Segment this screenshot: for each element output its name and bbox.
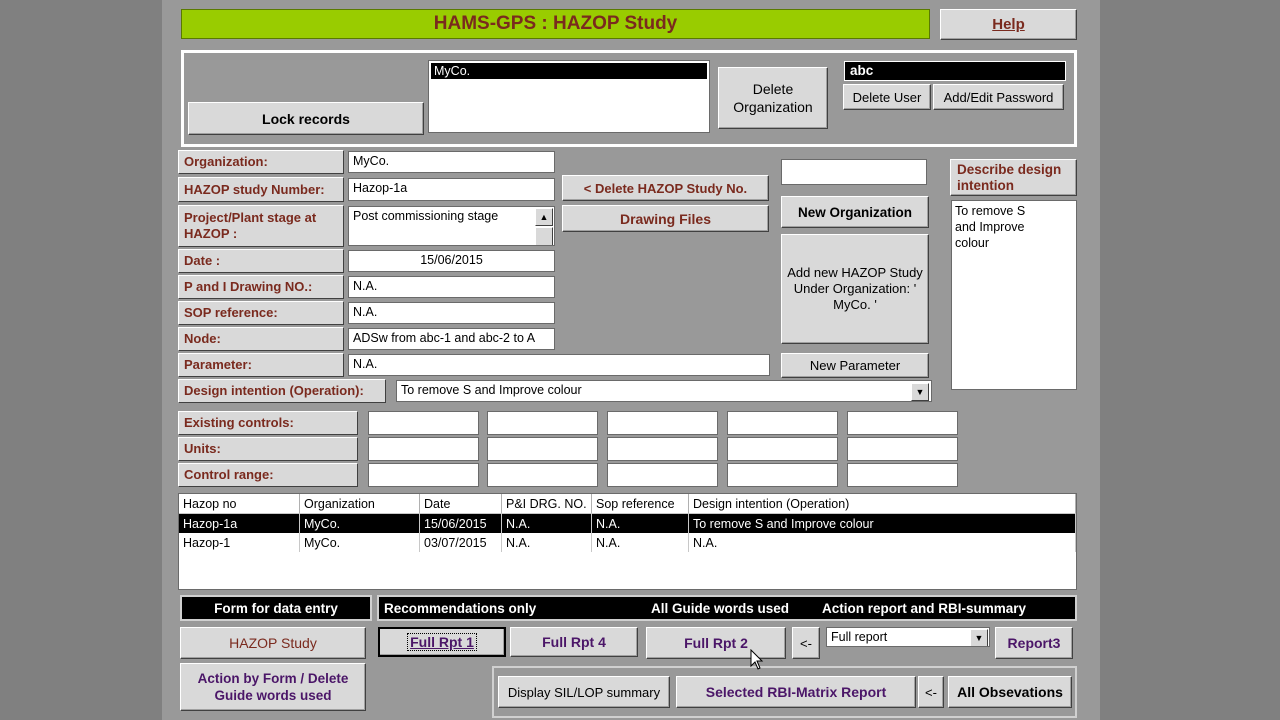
column-header[interactable]: Sop reference [591, 494, 689, 514]
date-field[interactable]: 15/06/2015 [348, 250, 555, 272]
table-cell: To remove S and Improve colour [688, 513, 1076, 533]
units-label: Units: [178, 437, 358, 461]
units-5[interactable] [847, 437, 958, 461]
column-header[interactable]: Organization [299, 494, 420, 514]
stage-select[interactable]: Post commissioning stage ▲ [348, 206, 555, 246]
scrollbar-thumb[interactable] [535, 227, 553, 245]
display-sil-button[interactable]: Display SIL/LOP summary [498, 676, 670, 708]
pid-field[interactable]: N.A. [348, 276, 555, 298]
units-2[interactable] [487, 437, 598, 461]
organization-listbox[interactable]: MyCo. [428, 60, 710, 133]
describe-intention-button[interactable]: Describe design intention [950, 159, 1077, 196]
table-cell: N.A. [591, 513, 689, 533]
control-range-label: Control range: [178, 463, 358, 487]
existing-controls-1[interactable] [368, 411, 479, 435]
control-range-5[interactable] [847, 463, 958, 487]
arrow-left-button-2[interactable]: <- [918, 676, 944, 708]
organization-list-item[interactable]: MyCo. [431, 63, 707, 79]
study-number-label: HAZOP study Number: [178, 177, 344, 202]
title-bar: HAMS-GPS : HAZOP Study [181, 9, 930, 39]
form-entry-header: Form for data entry [180, 595, 372, 621]
table-cell: MyCo. [299, 513, 420, 533]
table-header-row: Hazop no Organization Date P&I DRG. NO. … [179, 494, 1076, 514]
control-range-4[interactable] [727, 463, 838, 487]
scroll-up-icon[interactable]: ▲ [535, 208, 553, 226]
hazop-study-button[interactable]: HAZOP Study [180, 627, 366, 659]
column-header[interactable]: Design intention (Operation) [688, 494, 1076, 514]
recommendations-label: Recommendations only [384, 600, 537, 616]
sop-label: SOP reference: [178, 301, 344, 325]
existing-controls-2[interactable] [487, 411, 598, 435]
control-range-3[interactable] [607, 463, 718, 487]
page-title: HAMS-GPS : HAZOP Study [433, 13, 678, 34]
table-cell: 15/06/2015 [419, 513, 502, 533]
all-guide-words-label: All Guide words used [651, 600, 790, 616]
delete-study-button[interactable]: < Delete HAZOP Study No. [562, 175, 769, 201]
report-select[interactable]: Full report ▼ [826, 627, 990, 647]
organization-label: Organization: [178, 150, 344, 174]
existing-controls-3[interactable] [607, 411, 718, 435]
parameter-field[interactable]: N.A. [348, 354, 770, 376]
table-cell: N.A. [501, 513, 592, 533]
node-field[interactable]: ADSw from abc-1 and abc-2 to A [348, 328, 555, 350]
add-new-study-button[interactable]: Add new HAZOP Study Under Organization: … [781, 234, 929, 344]
table-row[interactable]: Hazop-1 MyCo. 03/07/2015 N.A. N.A. N.A. [179, 533, 1076, 552]
date-label: Date : [178, 249, 344, 273]
existing-controls-label: Existing controls: [178, 411, 358, 435]
full-rpt1-button[interactable]: Full Rpt 1 [378, 627, 506, 657]
existing-controls-4[interactable] [727, 411, 838, 435]
control-range-2[interactable] [487, 463, 598, 487]
column-header[interactable]: Date [419, 494, 502, 514]
hazop-table: Hazop no Organization Date P&I DRG. NO. … [178, 493, 1077, 590]
design-intention-select[interactable]: To remove S and Improve colour ▼ [396, 380, 932, 402]
table-row[interactable]: Hazop-1a MyCo. 15/06/2015 N.A. N.A. To r… [179, 513, 1076, 533]
user-field[interactable]: abc [844, 61, 1066, 81]
full-rpt4-button[interactable]: Full Rpt 4 [510, 627, 638, 657]
full-rpt2-button[interactable]: Full Rpt 2 [646, 627, 786, 659]
reports-header: Recommendations only All Guide words use… [377, 595, 1077, 621]
existing-controls-5[interactable] [847, 411, 958, 435]
table-cell: N.A. [501, 533, 592, 552]
table-cell: Hazop-1a [179, 513, 300, 533]
organization-field[interactable]: MyCo. [348, 151, 555, 173]
help-button[interactable]: Help [940, 9, 1077, 40]
report3-button[interactable]: Report3 [995, 627, 1073, 659]
new-organization-button[interactable]: New Organization [781, 196, 929, 228]
parameter-label: Parameter: [178, 353, 344, 377]
study-number-field[interactable]: Hazop-1a [348, 178, 555, 201]
new-parameter-button[interactable]: New Parameter [781, 353, 929, 378]
mouse-cursor-icon [750, 649, 764, 670]
hazop-form: HAMS-GPS : HAZOP Study Help Lock records… [162, 0, 1100, 720]
stage-label: Project/Plant stage at HAZOP : [178, 205, 344, 247]
chevron-down-icon[interactable]: ▼ [970, 629, 988, 646]
units-3[interactable] [607, 437, 718, 461]
node-label: Node: [178, 327, 344, 351]
lock-records-button[interactable]: Lock records [188, 102, 424, 135]
column-header[interactable]: Hazop no [179, 494, 300, 514]
delete-user-button[interactable]: Delete User [843, 84, 931, 110]
table-cell: Hazop-1 [179, 533, 300, 552]
table-cell: 03/07/2015 [419, 533, 502, 552]
chevron-down-icon[interactable]: ▼ [911, 383, 929, 401]
all-observations-button[interactable]: All Obsevations [948, 676, 1072, 708]
design-intention-label: Design intention (Operation): [178, 379, 386, 403]
table-cell: N.A. [591, 533, 689, 552]
control-range-1[interactable] [368, 463, 479, 487]
column-header[interactable]: P&I DRG. NO. [501, 494, 592, 514]
selected-rbi-button[interactable]: Selected RBI-Matrix Report [676, 676, 916, 708]
pid-label: P and I Drawing NO.: [178, 275, 344, 299]
describe-intention-text[interactable]: To remove S and Improve colour [951, 200, 1077, 390]
arrow-left-button[interactable]: <- [792, 627, 820, 659]
new-organization-input[interactable] [781, 159, 927, 185]
table-cell: MyCo. [299, 533, 420, 552]
action-report-label: Action report and RBI-summary [822, 600, 1027, 616]
add-edit-password-button[interactable]: Add/Edit Password [933, 84, 1064, 110]
units-4[interactable] [727, 437, 838, 461]
table-cell: N.A. [688, 533, 1076, 552]
sop-field[interactable]: N.A. [348, 302, 555, 324]
drawing-files-button[interactable]: Drawing Files [562, 205, 769, 232]
action-by-form-button[interactable]: Action by Form / Delete Guide words used [180, 663, 366, 711]
units-1[interactable] [368, 437, 479, 461]
delete-organization-button[interactable]: Delete Organization [718, 67, 828, 129]
